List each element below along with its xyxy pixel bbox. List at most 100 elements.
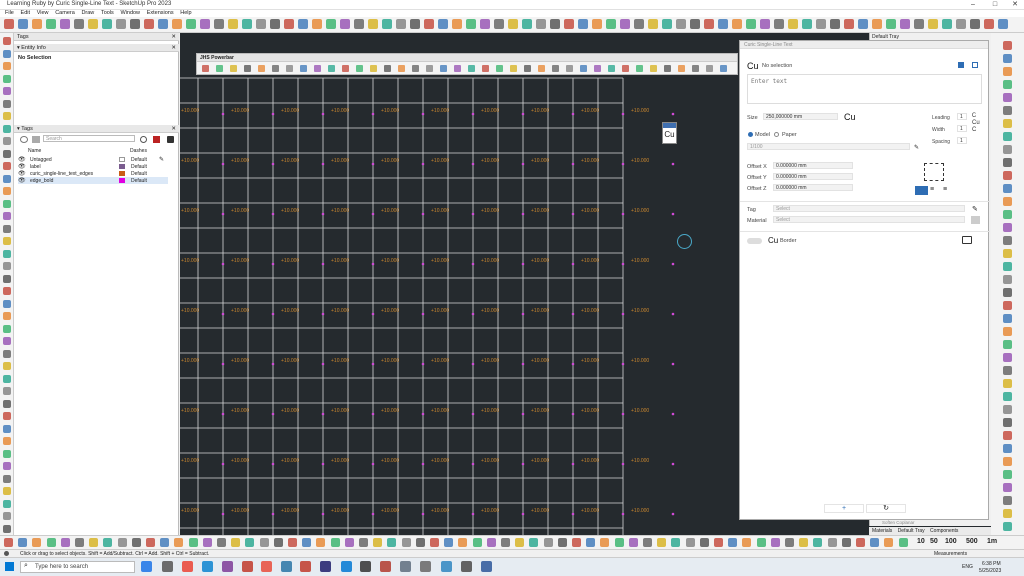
tab-default-tray[interactable]: Default Tray (898, 528, 925, 534)
tool-icon[interactable] (32, 19, 42, 29)
tool-icon[interactable] (956, 19, 966, 29)
tool-icon[interactable] (900, 19, 910, 29)
tool-icon[interactable] (1003, 67, 1012, 76)
add-tag-icon[interactable] (20, 136, 28, 143)
taskbar-app-icon[interactable] (222, 561, 233, 572)
tool-icon[interactable] (970, 19, 980, 29)
tool-icon[interactable] (676, 19, 686, 29)
powerbar-tool-icon[interactable] (622, 65, 629, 72)
tool-icon[interactable] (942, 19, 952, 29)
tool-icon[interactable] (1003, 340, 1012, 349)
tool-icon[interactable] (3, 474, 11, 483)
tool-icon[interactable] (1003, 522, 1012, 531)
tool-icon[interactable] (600, 538, 610, 547)
tool-icon[interactable] (522, 19, 532, 29)
taskbar-app-icon[interactable] (242, 561, 253, 572)
clock-date[interactable]: 5/25/2023 (979, 568, 1001, 574)
tool-icon[interactable] (3, 99, 11, 108)
menu-window[interactable]: Window (120, 10, 140, 17)
tool-icon[interactable] (316, 538, 326, 547)
tool-icon[interactable] (3, 249, 11, 258)
tags-section-header[interactable]: ▾ Tags ✕ (14, 125, 179, 133)
taskbar-app-icon[interactable] (461, 561, 472, 572)
taskbar-app-icon[interactable] (400, 561, 411, 572)
powerbar-tool-icon[interactable] (230, 65, 237, 72)
tool-icon[interactable] (344, 538, 354, 547)
tool-icon[interactable] (1003, 158, 1012, 167)
tool-icon[interactable] (60, 19, 70, 29)
tool-icon[interactable] (330, 538, 340, 547)
tool-icon[interactable] (438, 19, 448, 29)
tag-select[interactable]: Select (773, 205, 965, 212)
tool-icon[interactable] (774, 19, 784, 29)
tool-icon[interactable] (4, 538, 13, 547)
details-icon[interactable] (167, 136, 174, 143)
tool-icon[interactable] (827, 538, 837, 547)
tool-icon[interactable] (870, 538, 880, 547)
tool-icon[interactable] (1003, 275, 1012, 284)
powerbar-tool-icon[interactable] (286, 65, 293, 72)
taskbar-app-icon[interactable] (261, 561, 272, 572)
powerbar-tool-icon[interactable] (594, 65, 601, 72)
tool-icon[interactable] (75, 538, 84, 547)
tag-color-swatch[interactable] (119, 157, 125, 162)
tool-icon[interactable] (802, 19, 812, 29)
powerbar-tool-icon[interactable] (454, 65, 461, 72)
tool-icon[interactable] (172, 19, 182, 29)
powerbar-tool-icon[interactable] (258, 65, 265, 72)
width-field[interactable]: 1 (957, 125, 967, 132)
tool-icon[interactable] (1003, 54, 1012, 63)
tool-icon[interactable] (1003, 470, 1012, 479)
menu-view[interactable]: View (37, 10, 49, 17)
scale-500[interactable]: 500 (966, 538, 978, 545)
taskbar-app-icon[interactable] (202, 561, 213, 572)
tool-icon[interactable] (578, 19, 588, 29)
align-center-icon[interactable]: ≡ (930, 186, 939, 195)
tool-icon[interactable] (146, 538, 155, 547)
tool-icon[interactable] (444, 538, 454, 547)
taskbar-app-icon[interactable] (420, 561, 431, 572)
maximize-button[interactable]: □ (988, 0, 1002, 10)
tool-icon[interactable] (256, 19, 266, 29)
powerbar-tool-icon[interactable] (272, 65, 279, 72)
tool-icon[interactable] (606, 19, 616, 29)
tool-icon[interactable] (302, 538, 312, 547)
eye-icon[interactable]: 👁 (18, 177, 26, 184)
tool-icon[interactable] (144, 19, 154, 29)
scale-select[interactable]: 1/100 (747, 143, 910, 150)
tool-icon[interactable] (508, 19, 518, 29)
tool-icon[interactable] (74, 19, 84, 29)
tool-icon[interactable] (89, 538, 99, 547)
eye-icon[interactable]: 👁 (18, 170, 26, 177)
tool-icon[interactable] (813, 538, 823, 547)
tool-icon[interactable] (472, 538, 482, 547)
tool-icon[interactable] (998, 19, 1008, 29)
tool-icon[interactable] (746, 19, 756, 29)
tool-icon[interactable] (1003, 431, 1012, 440)
scale-100[interactable]: 100 (945, 538, 957, 545)
tool-icon[interactable] (1003, 171, 1012, 180)
taskbar-app-icon[interactable] (441, 561, 452, 572)
add-button[interactable]: + (824, 504, 864, 513)
tool-icon[interactable] (131, 538, 141, 547)
tool-icon[interactable] (3, 524, 11, 533)
tool-icon[interactable] (326, 19, 336, 29)
menu-file[interactable]: File (5, 10, 14, 17)
tool-icon[interactable] (174, 538, 184, 547)
tool-icon[interactable] (690, 19, 700, 29)
tool-icon[interactable] (3, 112, 11, 120)
taskbar-app-icon[interactable] (320, 561, 331, 572)
tool-icon[interactable] (685, 538, 695, 547)
tool-icon[interactable] (284, 19, 294, 29)
tool-icon[interactable] (410, 19, 420, 29)
tool-icon[interactable] (415, 538, 425, 547)
close-button[interactable]: ✕ (1008, 0, 1022, 10)
align-right-icon[interactable]: ≡ (943, 186, 952, 195)
tool-icon[interactable] (3, 37, 11, 45)
tool-icon[interactable] (1003, 457, 1012, 466)
tool-icon[interactable] (158, 19, 168, 29)
tool-icon[interactable] (217, 538, 226, 547)
tool-icon[interactable] (529, 538, 539, 547)
tool-icon[interactable] (1003, 392, 1012, 401)
tool-icon[interactable] (130, 19, 140, 29)
